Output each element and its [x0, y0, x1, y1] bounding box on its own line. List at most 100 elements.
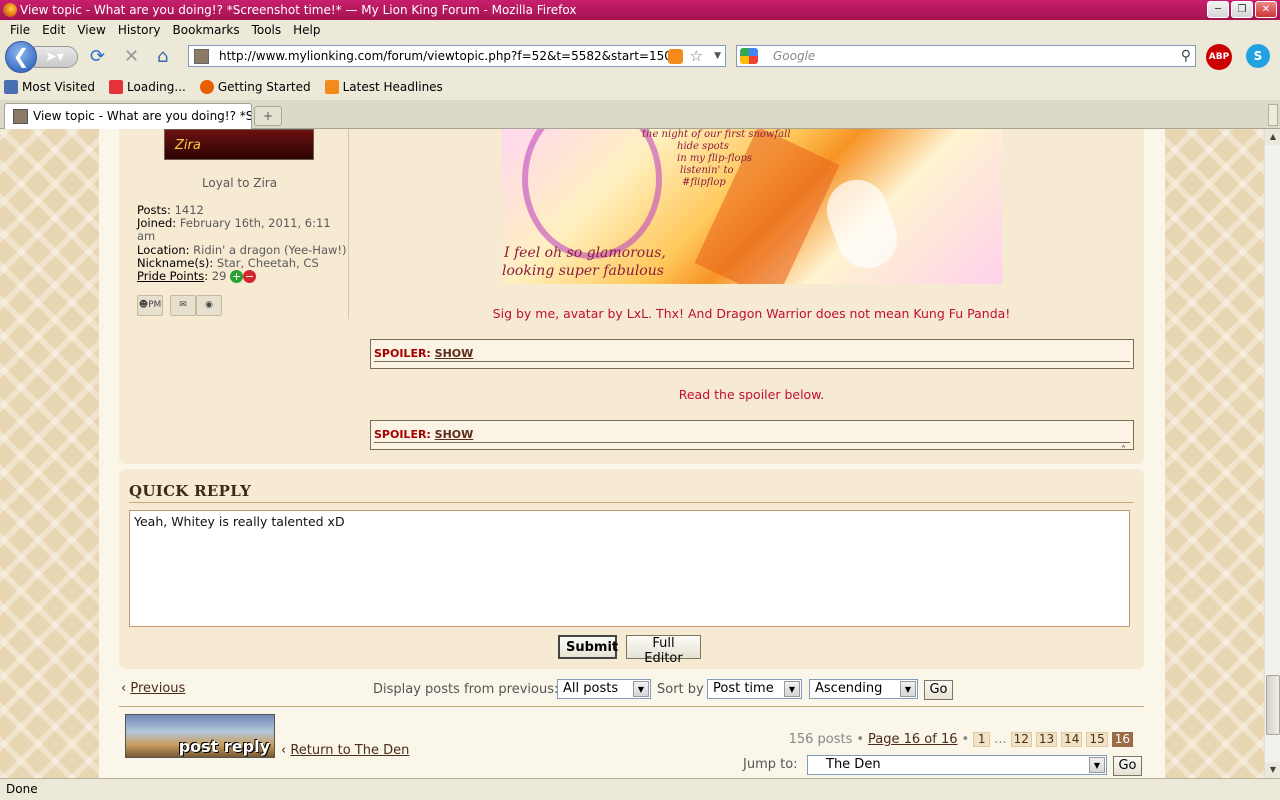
home-icon[interactable]: ⌂	[157, 48, 168, 66]
page-link-15[interactable]: 15	[1086, 732, 1108, 747]
topic-footer: post reply ‹ Return to The Den 156 posts…	[119, 709, 1144, 778]
status-bar: Done	[0, 778, 1280, 800]
signature-caption: Sig by me, avatar by LxL. Thx! And Drago…	[492, 306, 1011, 321]
read-spoiler-text: Read the spoiler below.	[678, 387, 825, 402]
firefox-icon	[199, 80, 214, 94]
post-panel: Zira Loyal to Zira Posts: 1412 Joined: F…	[119, 129, 1144, 464]
user-rank: Loyal to Zira	[201, 176, 278, 190]
post-profile: Zira Loyal to Zira Posts: 1412 Joined: F…	[137, 129, 349, 319]
reply-textarea[interactable]: Yeah, Whitey is really talented xD	[129, 510, 1130, 627]
jump-go-button[interactable]: Go	[1113, 756, 1142, 776]
spoiler-box-1: SPOILER: SHOW	[370, 339, 1134, 369]
display-posts-label: Display posts from previous:	[373, 682, 559, 697]
adblock-plus-button[interactable]: ABP	[1206, 44, 1232, 70]
signature-handwriting-1: the night of our first snowfall	[642, 129, 791, 140]
menu-tools[interactable]: Tools	[246, 20, 288, 40]
minimize-button[interactable]: ─	[1207, 1, 1229, 18]
search-icon[interactable]: ⚲	[1181, 46, 1191, 66]
close-window-button[interactable]: ✕	[1255, 1, 1277, 18]
bookmark-star-icon[interactable]: ☆	[690, 46, 703, 66]
search-placeholder: Google	[773, 49, 816, 63]
maximize-button[interactable]: ❐	[1231, 1, 1253, 18]
display-posts-select[interactable]: All posts ▼	[557, 679, 651, 699]
url-text: http://www.mylionking.com/forum/viewtopi…	[219, 49, 672, 63]
menu-file[interactable]: File	[4, 20, 36, 40]
menu-bookmarks[interactable]: Bookmarks	[167, 20, 246, 40]
spoiler-show-button[interactable]: SHOW	[435, 428, 474, 441]
tab-scroll[interactable]	[1268, 104, 1278, 126]
sort-by-label: Sort by	[657, 682, 704, 697]
bookmark-loading[interactable]: Loading...	[109, 80, 186, 94]
page-indicator[interactable]: Page 16 of 16	[868, 732, 957, 747]
previous-link[interactable]: Previous	[130, 681, 185, 696]
submit-button[interactable]: Submit	[558, 635, 618, 659]
forum-content: Zira Loyal to Zira Posts: 1412 Joined: F…	[99, 129, 1165, 778]
page-link-12[interactable]: 12	[1010, 732, 1032, 747]
url-bar[interactable]: http://www.mylionking.com/forum/viewtopi…	[188, 45, 726, 67]
bookmarks-toolbar: Most Visited Loading... Getting Started …	[0, 74, 1280, 100]
back-to-top-icon[interactable]: ˄	[1121, 445, 1126, 456]
post-count: 156 posts	[788, 732, 853, 747]
previous-topic: ‹ Previous	[121, 681, 186, 696]
back-button[interactable]: ❮	[5, 41, 37, 73]
chevron-down-icon: ▼	[1089, 757, 1105, 773]
scroll-down-button[interactable]: ▼	[1265, 762, 1280, 778]
scroll-up-button[interactable]: ▲	[1265, 129, 1280, 145]
quick-reply-title: QUICK REPLY	[129, 482, 1134, 503]
pride-points-link[interactable]: Pride Points	[137, 269, 204, 283]
user-avatar: Zira	[164, 129, 314, 160]
email-icon[interactable]: ✉	[170, 295, 196, 316]
page-link-13[interactable]: 13	[1035, 732, 1058, 747]
post-reply-button[interactable]: post reply	[125, 714, 275, 758]
bookmark-most-visited[interactable]: Most Visited	[4, 80, 95, 94]
menu-edit[interactable]: Edit	[36, 20, 71, 40]
website-icon[interactable]: ◉	[196, 295, 222, 316]
stop-icon[interactable]: ✕	[124, 48, 139, 66]
page-scrollbar[interactable]: ▲ ▼	[1264, 129, 1280, 778]
topic-controls: ‹ Previous Display posts from previous: …	[119, 677, 1144, 707]
spoiler-show-button[interactable]: SHOW	[435, 347, 474, 360]
url-history-dropdown[interactable]: ▼	[714, 46, 721, 66]
scrollbar-thumb[interactable]	[1266, 675, 1280, 735]
rss-feed-icon[interactable]	[668, 49, 683, 64]
menu-view[interactable]: View	[71, 20, 111, 40]
bookmark-latest-headlines[interactable]: Latest Headlines	[324, 80, 443, 94]
menu-help[interactable]: Help	[287, 20, 326, 40]
menu-history[interactable]: History	[112, 20, 167, 40]
page-link-1[interactable]: 1	[973, 732, 991, 747]
skype-icon[interactable]: S	[1246, 44, 1270, 68]
sort-go-button[interactable]: Go	[924, 680, 953, 700]
quick-reply-panel: QUICK REPLY Yeah, Whitey is really talen…	[119, 469, 1144, 669]
jump-to-select[interactable]: The Den ▼	[807, 755, 1107, 775]
chevron-down-icon: ▼	[784, 681, 800, 697]
firefox-icon	[3, 3, 17, 17]
signature-handwriting-6: I feel oh so glamorous,	[504, 245, 666, 261]
forward-button[interactable]: ➤▾	[34, 46, 78, 68]
sort-order-select[interactable]: Ascending ▼	[809, 679, 918, 699]
pride-plus-icon[interactable]: +	[230, 270, 244, 283]
search-bar[interactable]: Google ⚲	[736, 45, 1196, 67]
window-title: View topic - What are you doing!? *Scree…	[20, 3, 577, 17]
full-editor-button[interactable]: Full Editor	[626, 635, 701, 666]
sort-by-select[interactable]: Post time ▼	[707, 679, 802, 699]
site-favicon	[194, 49, 209, 64]
signature-handwriting-5: #flipflop	[682, 177, 726, 188]
return-link[interactable]: Return to The Den	[290, 743, 409, 758]
navigation-toolbar: ➤▾ ❮ ⟳ ✕ ⌂ http://www.mylionking.com/for…	[0, 40, 1280, 74]
pm-button[interactable]: ☻PM	[137, 295, 163, 316]
pride-minus-icon[interactable]: −	[243, 270, 257, 283]
rss-icon	[324, 80, 339, 94]
new-tab-button[interactable]: +	[254, 106, 282, 126]
bookmark-getting-started[interactable]: Getting Started	[199, 80, 311, 94]
joined-stat: Joined: February 16th, 2011, 6:11 am	[137, 216, 331, 243]
reload-icon[interactable]: ⟳	[90, 48, 105, 66]
menu-bar: File Edit View History Bookmarks Tools H…	[0, 20, 1280, 40]
page-link-14[interactable]: 14	[1061, 732, 1083, 747]
ebay-icon	[109, 80, 124, 94]
jump-to-label: Jump to:	[743, 757, 798, 772]
tab-view-topic[interactable]: View topic - What are you doing!? *S...	[4, 103, 252, 129]
signature-handwriting-2: hide spots	[677, 141, 729, 152]
pride-points-stat: Pride Points: 29 + −	[137, 269, 257, 283]
google-engine-icon[interactable]	[740, 48, 758, 64]
signature-handwriting-3: in my flip-flops	[677, 153, 752, 164]
